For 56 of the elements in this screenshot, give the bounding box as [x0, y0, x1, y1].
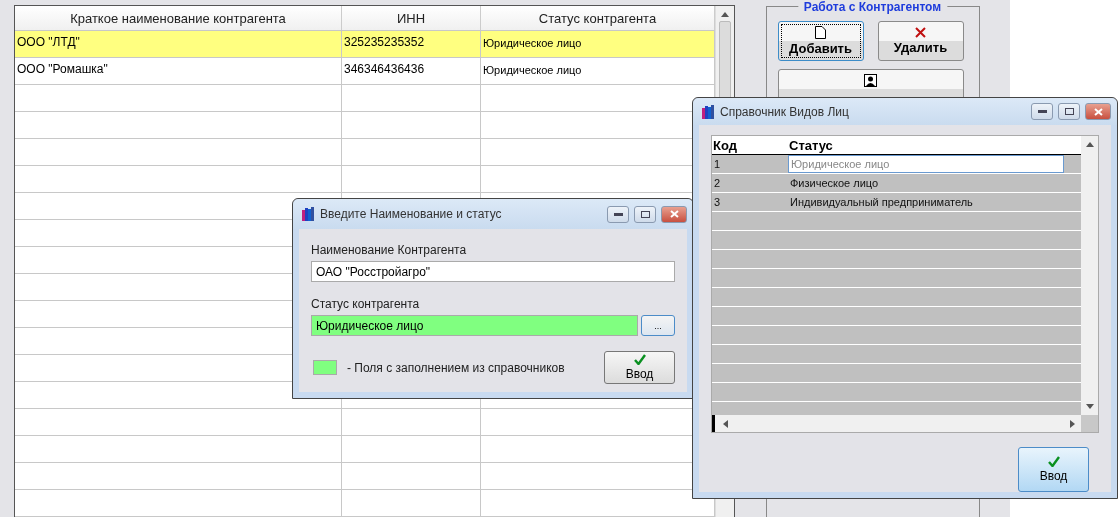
arrow-icon [1070, 419, 1075, 428]
arrow-icon [1085, 142, 1094, 147]
books-icon [701, 104, 715, 119]
close-button[interactable] [1085, 103, 1111, 120]
table-cell: ООО "Ромашка" [15, 58, 342, 84]
table-cell: 325235235352 [342, 31, 481, 57]
column-header[interactable]: ИНН [342, 6, 481, 30]
name-field[interactable]: ОАО "Росстройагро" [311, 261, 675, 282]
column-header[interactable]: Статус контрагента [481, 6, 715, 30]
window-title: Справочник Видов Лиц [720, 104, 850, 119]
maximize-button[interactable] [634, 205, 656, 223]
table-cell: Юридическое лицо [481, 31, 715, 57]
table-cell-text: 3 [713, 195, 722, 210]
arrow-icon [723, 419, 728, 428]
person-icon [864, 74, 877, 87]
table-cell-text: 1 [713, 157, 722, 172]
table-cell: Юридическое лицо [481, 58, 715, 84]
browse-button[interactable]: ... [641, 315, 675, 336]
legend-swatch [313, 360, 337, 375]
arrow-icon [1085, 404, 1094, 409]
table-cell: 346346436436 [342, 58, 481, 84]
minimize-button[interactable] [607, 205, 629, 223]
maximize-icon [640, 210, 650, 218]
table-cell: ООО "ЛТД" [15, 31, 342, 57]
field-label: Наименование Контрагента [311, 243, 468, 257]
minimize-icon [613, 212, 623, 216]
ok-button[interactable]: Ввод [1018, 447, 1089, 492]
column-header[interactable]: Краткое наименование контрагента [15, 6, 342, 30]
maximize-button[interactable] [1058, 103, 1080, 120]
legend-text: - Поля с заполнением из справочников [347, 360, 566, 375]
maximize-icon [1064, 108, 1074, 115]
check-icon [633, 354, 646, 365]
close-button[interactable] [661, 205, 687, 223]
scrollbar[interactable] [1081, 136, 1098, 415]
scroll-corner [1081, 415, 1098, 432]
cross-icon [915, 27, 926, 38]
minimize-button[interactable] [1031, 103, 1053, 120]
edit-cell[interactable]: Юридическое лицо [788, 155, 1064, 173]
group-title: Работа с Контрагентом [797, 0, 948, 14]
ok-button[interactable]: Ввод [604, 351, 675, 384]
books-icon [301, 207, 315, 221]
field-label: Статус контрагента [311, 297, 421, 311]
horizontal-scrollbar[interactable] [712, 415, 1098, 432]
status-field[interactable]: Юридическое лицо [311, 315, 638, 336]
close-icon [669, 210, 679, 218]
delete-button[interactable]: Удалить [877, 21, 964, 61]
table-cell-text: Индивидуальный предприниматель [789, 195, 974, 210]
arrow-icon [721, 12, 729, 17]
minimize-icon [1037, 110, 1047, 113]
close-icon [1093, 107, 1103, 116]
check-icon [1047, 456, 1060, 467]
add-button[interactable]: Добавить [777, 21, 864, 61]
table-cell-text: 2 [713, 176, 722, 191]
window-title: Введите Наименование и статус [320, 207, 503, 221]
table-cell-text: Физическое лицо [789, 176, 880, 191]
document-icon [815, 26, 826, 39]
